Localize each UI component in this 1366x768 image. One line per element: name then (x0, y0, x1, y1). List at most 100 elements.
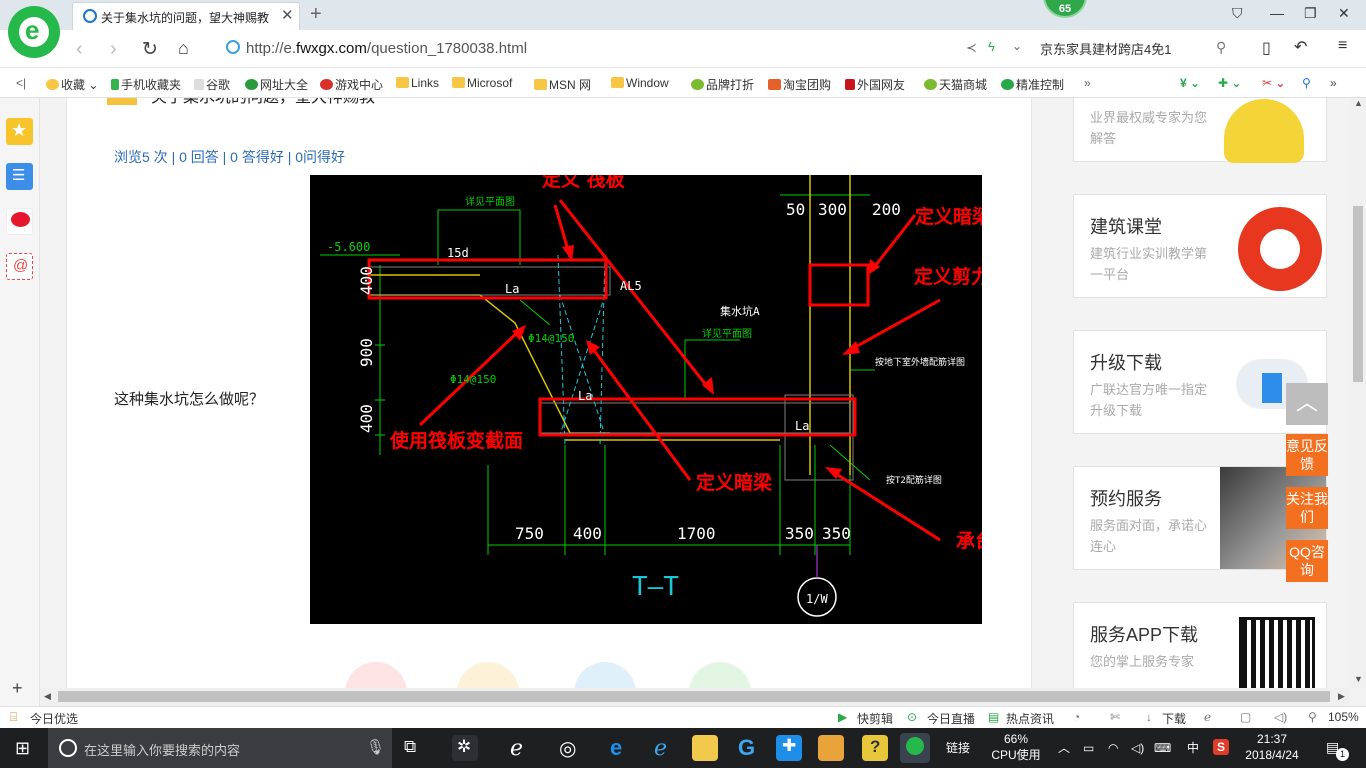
search-icon[interactable]: ⚲ (1216, 39, 1226, 56)
news-link[interactable]: 热点资讯 (1006, 710, 1054, 727)
browser-tab[interactable]: 关于集水坑的问题，望大神赐教 ✕ (72, 2, 300, 30)
ime-indicator[interactable]: 中 (1187, 740, 1199, 756)
file-explorer-icon[interactable] (692, 735, 718, 761)
sidebar-toggle-icon[interactable]: <| (16, 76, 26, 90)
favorites-star-icon[interactable]: ★ (6, 118, 33, 145)
ie-icon[interactable]: ℯ (650, 735, 676, 761)
sogou-icon[interactable]: S (1213, 739, 1229, 755)
list-icon[interactable]: ☰ (6, 163, 33, 190)
refresh-icon[interactable]: ↻ (142, 38, 158, 61)
bookmark-mobile[interactable]: 手机收藏夹 (111, 76, 181, 93)
bookmark-google[interactable]: 谷歌 (194, 76, 230, 93)
clock[interactable]: 21:37 2018/4/24 (1240, 731, 1304, 763)
back-to-top-button[interactable]: ︿ (1286, 383, 1328, 425)
windows-start-icon[interactable]: ⊞ (15, 738, 30, 759)
tool-icon[interactable]: ✄ (1110, 710, 1120, 724)
menu-icon[interactable]: ≡ (1338, 37, 1347, 55)
undo-icon[interactable]: ↶ (1294, 37, 1307, 57)
magnifier-icon[interactable]: ⚲ (1302, 76, 1311, 90)
active-browser-icon[interactable] (900, 733, 930, 763)
bookmark-taobao[interactable]: 淘宝团购 (768, 76, 831, 93)
share-circle-icon[interactable] (574, 662, 636, 688)
more-bookmarks-icon[interactable]: » (1084, 76, 1091, 90)
notes-app-icon[interactable] (818, 735, 844, 761)
home-icon[interactable]: ⌂ (178, 38, 189, 59)
bookmark-windows[interactable]: Window (611, 76, 669, 90)
bookmark-foreign[interactable]: 外国网友 (845, 76, 905, 93)
add-icon[interactable]: ✚ ⌄ (1218, 76, 1241, 90)
speed-icon[interactable]: ◔ (1073, 710, 1080, 724)
close-window-button[interactable]: ✕ (1338, 5, 1350, 22)
sidebar-card-expert[interactable]: 业界最权威专家为您解答 (1073, 98, 1327, 163)
scissors-icon[interactable]: ✂ ⌄ (1262, 76, 1285, 90)
quick-clip-link[interactable]: 快剪辑 (857, 710, 893, 727)
qq-button[interactable]: QQ咨询 (1286, 540, 1328, 582)
bookmark-games[interactable]: 游戏中心 (320, 76, 383, 93)
share-circle-icon[interactable] (457, 662, 519, 688)
question-stats[interactable]: 浏览5 次 | 0 回答 | 0 答得好 | 0问得好 (114, 147, 345, 167)
maximize-button[interactable]: ❐ (1304, 5, 1317, 22)
sidebar-card-app[interactable]: 服务APP下载 您的掌上服务专家 (1073, 602, 1327, 688)
ie-browser-icon[interactable]: ℯ (506, 735, 532, 761)
vertical-scrollbar[interactable]: ▲ ▼ (1350, 98, 1366, 688)
battery-icon[interactable]: ▭ (1083, 740, 1094, 756)
bookmark-brand[interactable]: 品牌打折 (691, 76, 754, 93)
url-field[interactable]: http://e.fwxgx.com/question_1780038.html (222, 36, 1032, 62)
wifi-icon[interactable]: ◠ (1108, 740, 1118, 756)
download-link[interactable]: 下载 (1162, 710, 1186, 727)
task-view-icon[interactable]: ⧉ (404, 737, 416, 757)
weibo-icon[interactable] (6, 208, 33, 235)
tray-arrow-icon[interactable]: ︿ (1058, 740, 1070, 756)
taskbar-search[interactable]: 在这里输入你要搜索的内容 🎙 (48, 728, 392, 768)
keyboard-icon[interactable]: ⌨ (1154, 740, 1171, 756)
feedback-button[interactable]: 意见反馈 (1286, 434, 1328, 476)
bookmark-links[interactable]: Links (396, 76, 439, 90)
today-picks-link[interactable]: 今日优选 (30, 710, 78, 727)
scroll-thumb[interactable] (1353, 206, 1363, 382)
bookmark-microsoft[interactable]: Microsof (452, 76, 512, 90)
sound-icon[interactable]: ◁) (1274, 710, 1287, 724)
help-app-icon[interactable]: ? (862, 735, 888, 761)
search-box[interactable]: 京东家具建材跨店4免1 (1040, 39, 1171, 58)
follow-button[interactable]: 关注我们 (1286, 487, 1328, 529)
phone-icon[interactable]: ▯ (1262, 38, 1271, 58)
browser-logo[interactable]: e (8, 6, 60, 58)
minimize-button[interactable]: — (1270, 5, 1284, 21)
links-label[interactable]: 链接 (946, 740, 970, 756)
bookmark-tmall[interactable]: 天猫商城 (924, 76, 987, 93)
share-icon[interactable]: ≺ (966, 40, 977, 56)
chevron-down-icon[interactable]: ⌄ (1012, 39, 1022, 53)
window-icon[interactable]: ▢ (1240, 710, 1251, 724)
glodon-app-icon[interactable]: G (734, 735, 760, 761)
chrome-like-icon[interactable]: ◎ (556, 735, 582, 761)
more-icon[interactable]: » (1330, 76, 1337, 90)
share-circle-icon[interactable] (345, 662, 407, 688)
bookmark-favorites[interactable]: 收藏 ⌄ (46, 76, 98, 93)
shirt-icon[interactable]: ⛉ (1232, 5, 1243, 22)
lightning-icon[interactable]: ϟ (988, 39, 995, 54)
scroll-thumb[interactable] (58, 691, 1330, 702)
shield-icon[interactable]: ¥ ⌄ (1180, 76, 1200, 90)
score-badge[interactable]: 65 (1043, 0, 1087, 18)
close-tab-icon[interactable]: ✕ (281, 6, 294, 24)
bookmark-precise[interactable]: 精准控制 (1001, 76, 1064, 93)
bookmark-sites[interactable]: 网址大全 (245, 76, 308, 93)
volume-icon[interactable]: ◁) (1131, 740, 1144, 756)
zoom-level[interactable]: 105% (1328, 710, 1359, 724)
add-sidebar-icon[interactable]: + (12, 678, 23, 699)
fan-app-icon[interactable]: ✲ (452, 735, 478, 761)
horizontal-scrollbar[interactable]: ◀ ▶ (40, 688, 1350, 706)
live-link[interactable]: 今日直播 (927, 710, 975, 727)
sidebar-card-classroom[interactable]: 建筑课堂 建筑行业实训教学第一平台 (1073, 194, 1327, 298)
mail-icon[interactable]: @ (6, 253, 33, 280)
app-plus-icon[interactable]: ✚ (776, 735, 802, 761)
new-tab-button[interactable]: + (310, 3, 322, 26)
gift-icon[interactable]: ⌸ (10, 710, 17, 725)
cpu-meter[interactable]: 66% CPU使用 (990, 731, 1042, 763)
back-button[interactable]: ‹ (76, 38, 83, 61)
forward-button[interactable]: › (110, 38, 117, 61)
site-info-icon[interactable] (226, 40, 240, 54)
share-circle-icon[interactable] (689, 662, 751, 688)
bookmark-msn[interactable]: MSN 网 (534, 76, 591, 93)
ie-icon[interactable]: ℯ (1204, 710, 1211, 724)
